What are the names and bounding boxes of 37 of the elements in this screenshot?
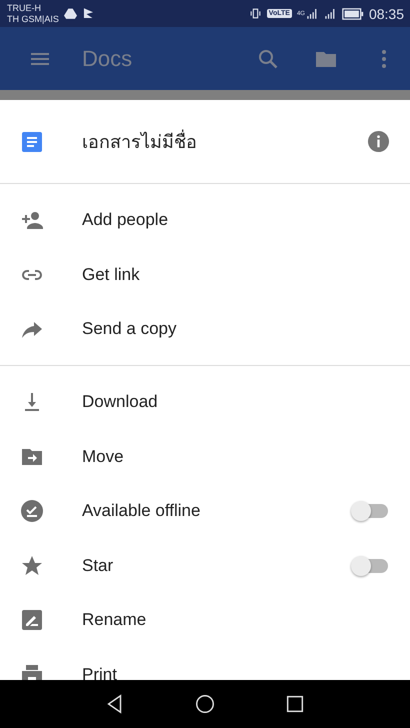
clock: 08:35	[368, 6, 404, 22]
pencil-box-icon	[20, 608, 44, 632]
carrier-name: TH GSM|AIS	[7, 14, 59, 24]
toggle-switch[interactable]	[354, 504, 388, 518]
menu-item-label: Move	[82, 446, 124, 467]
menu-item-label: Available offline	[82, 501, 200, 522]
flag-icon	[82, 7, 95, 20]
toggle-switch[interactable]	[354, 558, 388, 573]
home-icon[interactable]	[194, 693, 216, 715]
document-icon	[20, 130, 44, 154]
menu-item[interactable]: Download	[0, 374, 410, 430]
carrier-name: TRUE-H	[7, 2, 42, 14]
menu-item[interactable]: Get link	[0, 248, 410, 302]
menu-item[interactable]: Send a copy	[0, 302, 410, 357]
menu-item[interactable]: Available offline	[0, 484, 410, 539]
recents-icon[interactable]	[284, 693, 306, 715]
info-icon[interactable]	[367, 130, 390, 153]
check-circle-icon	[20, 499, 44, 524]
menu-item-label: Download	[82, 392, 158, 412]
menu-item[interactable]: Add people	[0, 193, 410, 248]
menu-item-label: Star	[82, 556, 114, 576]
star-icon	[20, 554, 44, 578]
signal-icon	[324, 7, 337, 20]
app-title: Docs	[82, 46, 132, 72]
signal-icon	[306, 7, 319, 20]
menu-item[interactable]: Move	[0, 429, 410, 484]
menu-item[interactable]: Print	[0, 648, 410, 680]
menu-item-label: Get link	[82, 264, 140, 285]
menu-item-label: Send a copy	[82, 319, 177, 340]
menu-item-label: Add people	[82, 210, 168, 230]
menu-item[interactable]: Rename	[0, 593, 410, 648]
menu-item-label: Rename	[82, 610, 146, 630]
menu-item[interactable]: Star	[0, 538, 410, 594]
battery-icon	[342, 8, 364, 20]
file-title: เอกสารไม่มีชื่อ	[82, 127, 197, 156]
vibrate-icon	[248, 7, 262, 20]
menu-item-label: Print	[82, 665, 117, 680]
